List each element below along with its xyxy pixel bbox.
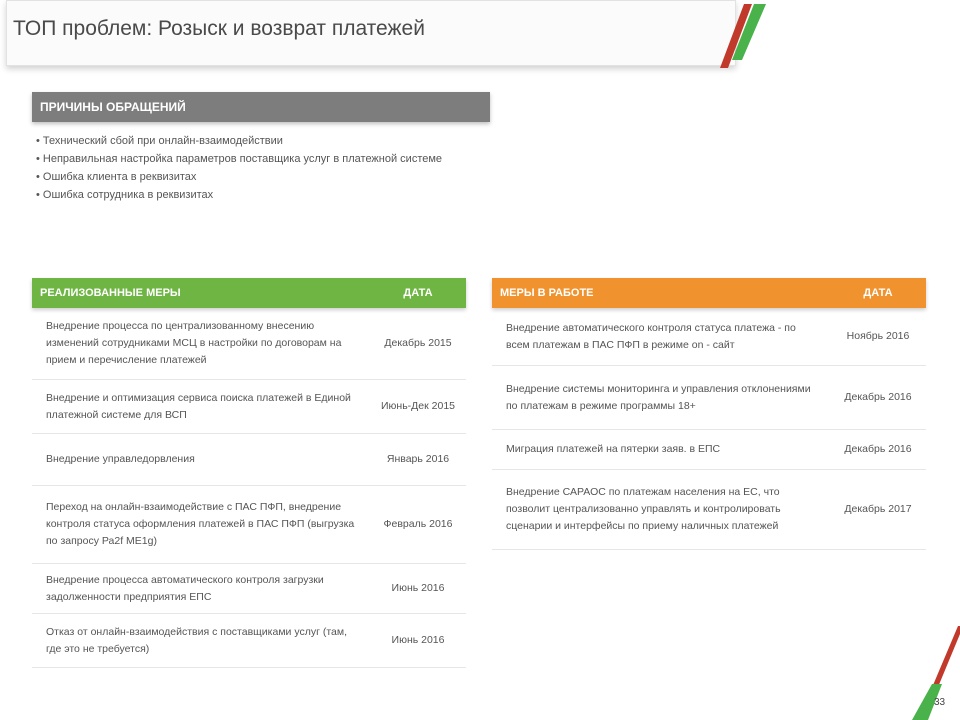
table-row: Внедрение системы мониторинга и управлен… bbox=[492, 366, 926, 430]
implemented-measures-table: РЕАЛИЗОВАННЫЕ МЕРЫ ДАТА Внедрение процес… bbox=[32, 278, 466, 668]
corner-stripe-icon bbox=[720, 4, 766, 68]
date-cell: Декабрь 2017 bbox=[844, 503, 912, 515]
table-row: Миграция платежей на пятерки заяв. в ЕПС… bbox=[492, 430, 926, 470]
reasons-heading: ПРИЧИНЫ ОБРАЩЕНИЙ bbox=[32, 92, 490, 122]
measure-cell: Внедрение и оптимизация сервиса поиска п… bbox=[46, 391, 351, 421]
implemented-table-header: РЕАЛИЗОВАННЫЕ МЕРЫ ДАТА bbox=[32, 278, 466, 308]
date-cell: Июнь 2016 bbox=[391, 634, 445, 646]
measure-cell: Внедрение процесса по централизованному … bbox=[46, 320, 342, 366]
in-progress-header-date: ДАТА bbox=[863, 287, 893, 299]
date-cell: Январь 2016 bbox=[386, 453, 450, 465]
table-row: Внедрение процесса автоматического контр… bbox=[32, 564, 466, 614]
measure-cell: Переход на онлайн-взаимодействие с ПАС П… bbox=[46, 501, 355, 547]
measure-cell: Отказ от онлайн-взаимодействия с поставщ… bbox=[46, 625, 347, 655]
reasons-list: • Технический сбой при онлайн-взаимодейс… bbox=[36, 132, 442, 204]
table-row: Внедрение управледорвления Январь 2016 bbox=[32, 434, 466, 486]
page-number: 33 bbox=[934, 697, 946, 708]
date-cell: Декабрь 2015 bbox=[384, 337, 452, 349]
in-progress-header-measure: МЕРЫ В РАБОТЕ bbox=[500, 287, 594, 299]
measure-cell: Внедрение процесса автоматического контр… bbox=[46, 573, 324, 603]
measure-cell: Внедрение автоматического контроля стату… bbox=[506, 321, 796, 351]
date-cell: Ноябрь 2016 bbox=[846, 330, 910, 342]
date-cell: Июнь 2016 bbox=[391, 582, 445, 594]
implemented-header-measure: РЕАЛИЗОВАННЫЕ МЕРЫ bbox=[40, 287, 181, 299]
table-row: Внедрение процесса по централизованному … bbox=[32, 308, 466, 380]
table-row: Переход на онлайн-взаимодействие с ПАС П… bbox=[32, 486, 466, 564]
measure-cell: Миграция платежей на пятерки заяв. в ЕПС bbox=[506, 443, 721, 455]
date-cell: Декабрь 2016 bbox=[844, 443, 912, 455]
table-row: Внедрение автоматического контроля стату… bbox=[492, 308, 926, 366]
date-cell: Июнь-Дек 2015 bbox=[380, 400, 455, 412]
date-cell: Декабрь 2016 bbox=[844, 391, 912, 403]
in-progress-measures-table: МЕРЫ В РАБОТЕ ДАТА Внедрение автоматичес… bbox=[492, 278, 926, 550]
title-bar: ТОП проблем: Розыск и возврат платежей bbox=[6, 0, 736, 66]
measure-cell: Внедрение САРАОС по платежам населения н… bbox=[506, 486, 781, 532]
reason-item: • Технический сбой при онлайн-взаимодейс… bbox=[36, 135, 283, 147]
table-row: Внедрение и оптимизация сервиса поиска п… bbox=[32, 380, 466, 434]
date-cell: Февраль 2016 bbox=[383, 518, 453, 530]
reason-item: • Неправильная настройка параметров пост… bbox=[36, 153, 443, 165]
corner-stripe-bottom-icon bbox=[912, 626, 960, 720]
in-progress-table-header: МЕРЫ В РАБОТЕ ДАТА bbox=[492, 278, 926, 308]
page-title: ТОП проблем: Розыск и возврат платежей bbox=[13, 17, 425, 40]
measure-cell: Внедрение управледорвления bbox=[46, 453, 195, 465]
implemented-header-date: ДАТА bbox=[403, 287, 433, 299]
table-row: Отказ от онлайн-взаимодействия с поставщ… bbox=[32, 614, 466, 668]
table-row: Внедрение САРАОС по платежам населения н… bbox=[492, 470, 926, 550]
reason-item: • Ошибка сотрудника в реквизитах bbox=[36, 189, 214, 201]
reason-item: • Ошибка клиента в реквизитах bbox=[36, 171, 197, 183]
measure-cell: Внедрение системы мониторинга и управлен… bbox=[506, 382, 811, 412]
